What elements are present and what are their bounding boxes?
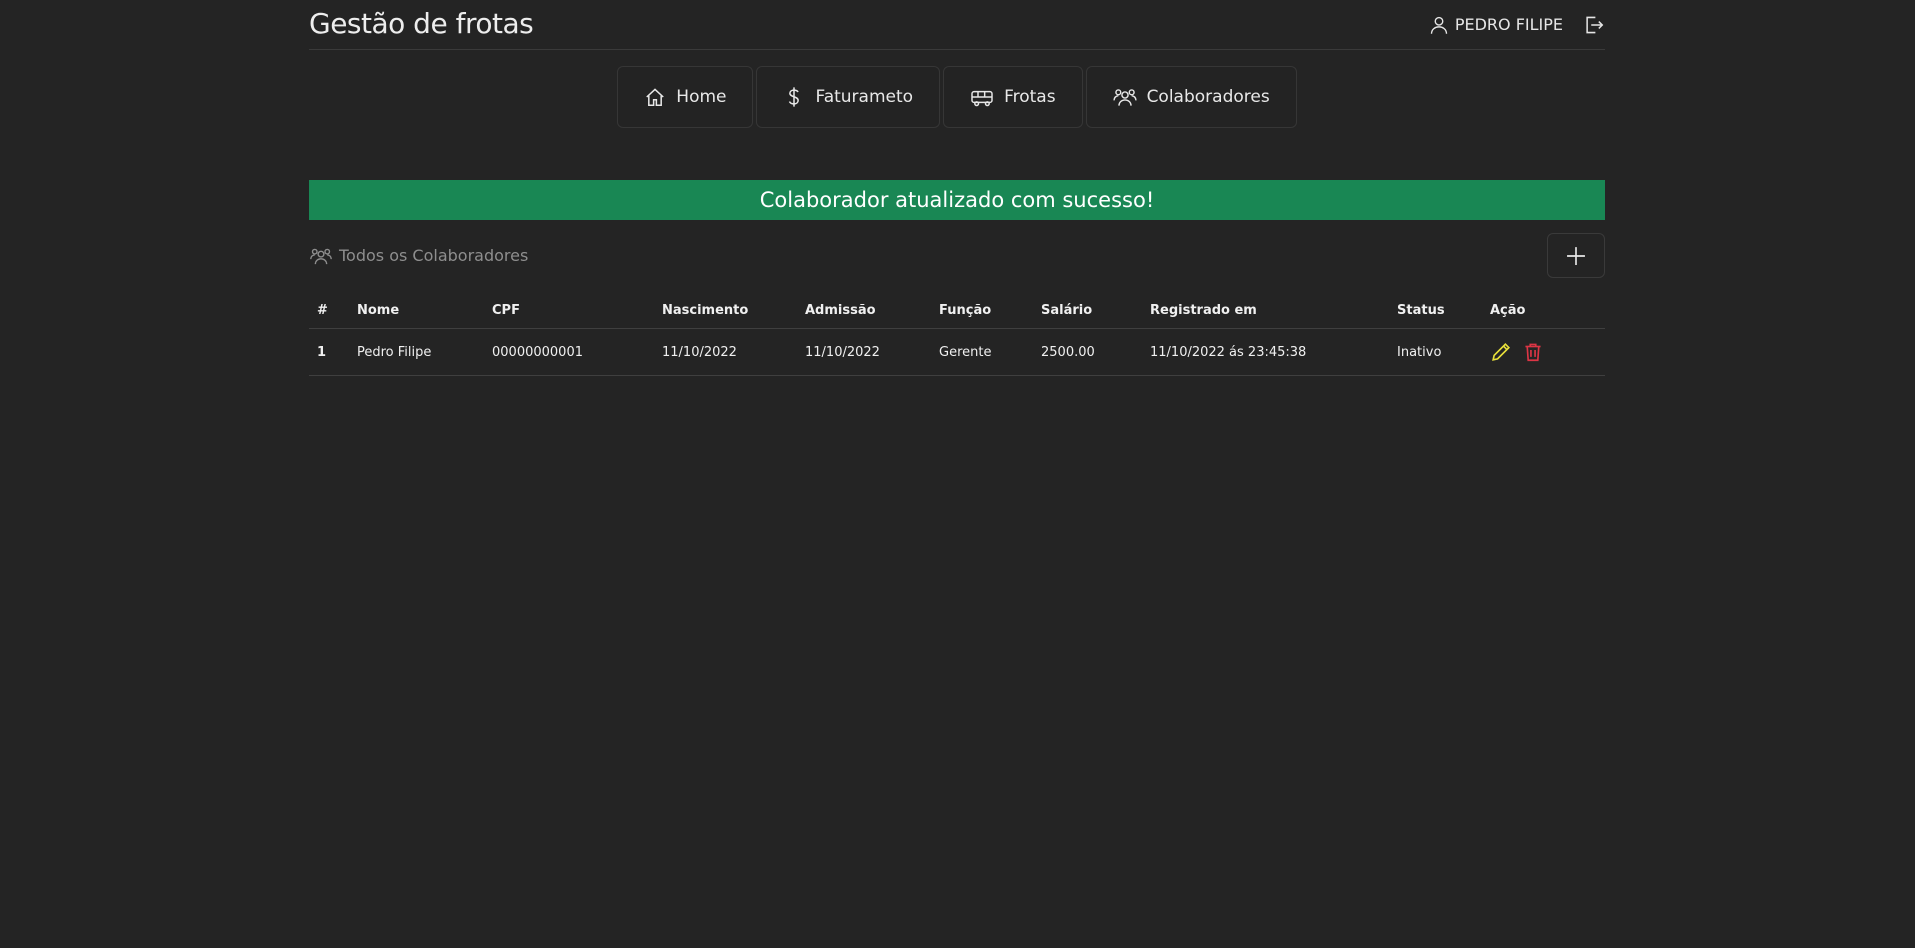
cell-salario: 2500.00 xyxy=(1033,328,1142,376)
cell-status: Inativo xyxy=(1389,328,1482,376)
column-header: Salário xyxy=(1033,292,1142,329)
column-header: Registrado em xyxy=(1142,292,1389,329)
cell-nome: Pedro Filipe xyxy=(349,328,484,376)
main-nav: Home Faturameto Frotas Colaboradores xyxy=(309,66,1605,128)
column-header: Função xyxy=(931,292,1033,329)
nav-colaboradores[interactable]: Colaboradores xyxy=(1085,66,1297,128)
house-icon xyxy=(644,86,666,108)
table-header-row: # Nome CPF Nascimento Admissão Função Sa… xyxy=(309,292,1605,329)
plus-icon xyxy=(1565,245,1587,267)
trash-icon[interactable] xyxy=(1522,341,1544,363)
nav-frotas-label: Frotas xyxy=(1004,87,1056,107)
success-alert: Colaborador atualizado com sucesso! xyxy=(309,180,1605,220)
column-header: # xyxy=(309,292,349,329)
user-name: PEDRO FILIPE xyxy=(1454,15,1563,34)
people-icon xyxy=(1112,86,1137,108)
bus-icon xyxy=(970,86,994,108)
column-header: Nome xyxy=(349,292,484,329)
user-area: PEDRO FILIPE xyxy=(1429,0,1605,49)
cell-index: 1 xyxy=(309,328,349,376)
logout-icon[interactable] xyxy=(1583,14,1605,36)
section-title: Todos os Colaboradores xyxy=(309,246,528,266)
cell-cpf: 00000000001 xyxy=(484,328,654,376)
section-title-label: Todos os Colaboradores xyxy=(339,246,529,265)
column-header: Nascimento xyxy=(654,292,797,329)
column-header: Ação xyxy=(1482,292,1605,329)
person-icon xyxy=(1429,15,1449,35)
nav-faturamento-label: Faturameto xyxy=(815,87,914,107)
nav-frotas[interactable]: Frotas xyxy=(943,66,1083,128)
cell-funcao: Gerente xyxy=(931,328,1033,376)
nav-home[interactable]: Home xyxy=(617,66,754,128)
column-header: Status xyxy=(1389,292,1482,329)
top-bar: Gestão de frotas PEDRO FILIPE xyxy=(309,0,1605,50)
add-colaborador-button[interactable] xyxy=(1547,233,1605,278)
nav-faturamento[interactable]: Faturameto xyxy=(756,66,941,128)
pencil-icon[interactable] xyxy=(1490,341,1512,363)
cell-actions xyxy=(1482,328,1605,376)
user-menu[interactable]: PEDRO FILIPE xyxy=(1429,15,1563,35)
cell-registrado: 11/10/2022 ás 23:45:38 xyxy=(1142,328,1389,376)
alert-message: Colaborador atualizado com sucesso! xyxy=(759,188,1155,212)
app-container: Gestão de frotas PEDRO FILIPE Home Fatur… xyxy=(309,0,1605,376)
cell-admissao: 11/10/2022 xyxy=(797,328,931,376)
table-row: 1 Pedro Filipe 00000000001 11/10/2022 11… xyxy=(309,328,1605,376)
column-header: Admissão xyxy=(797,292,931,329)
nav-home-label: Home xyxy=(676,87,727,107)
nav-colaboradores-label: Colaboradores xyxy=(1146,87,1270,107)
row-actions xyxy=(1490,341,1597,363)
app-title: Gestão de frotas xyxy=(309,7,534,40)
section-header: Todos os Colaboradores xyxy=(309,233,1605,278)
colaboradores-table: # Nome CPF Nascimento Admissão Função Sa… xyxy=(309,292,1605,376)
dollar-icon xyxy=(783,86,805,108)
cell-nascimento: 11/10/2022 xyxy=(654,328,797,376)
people-icon xyxy=(309,246,333,266)
column-header: CPF xyxy=(484,292,654,329)
